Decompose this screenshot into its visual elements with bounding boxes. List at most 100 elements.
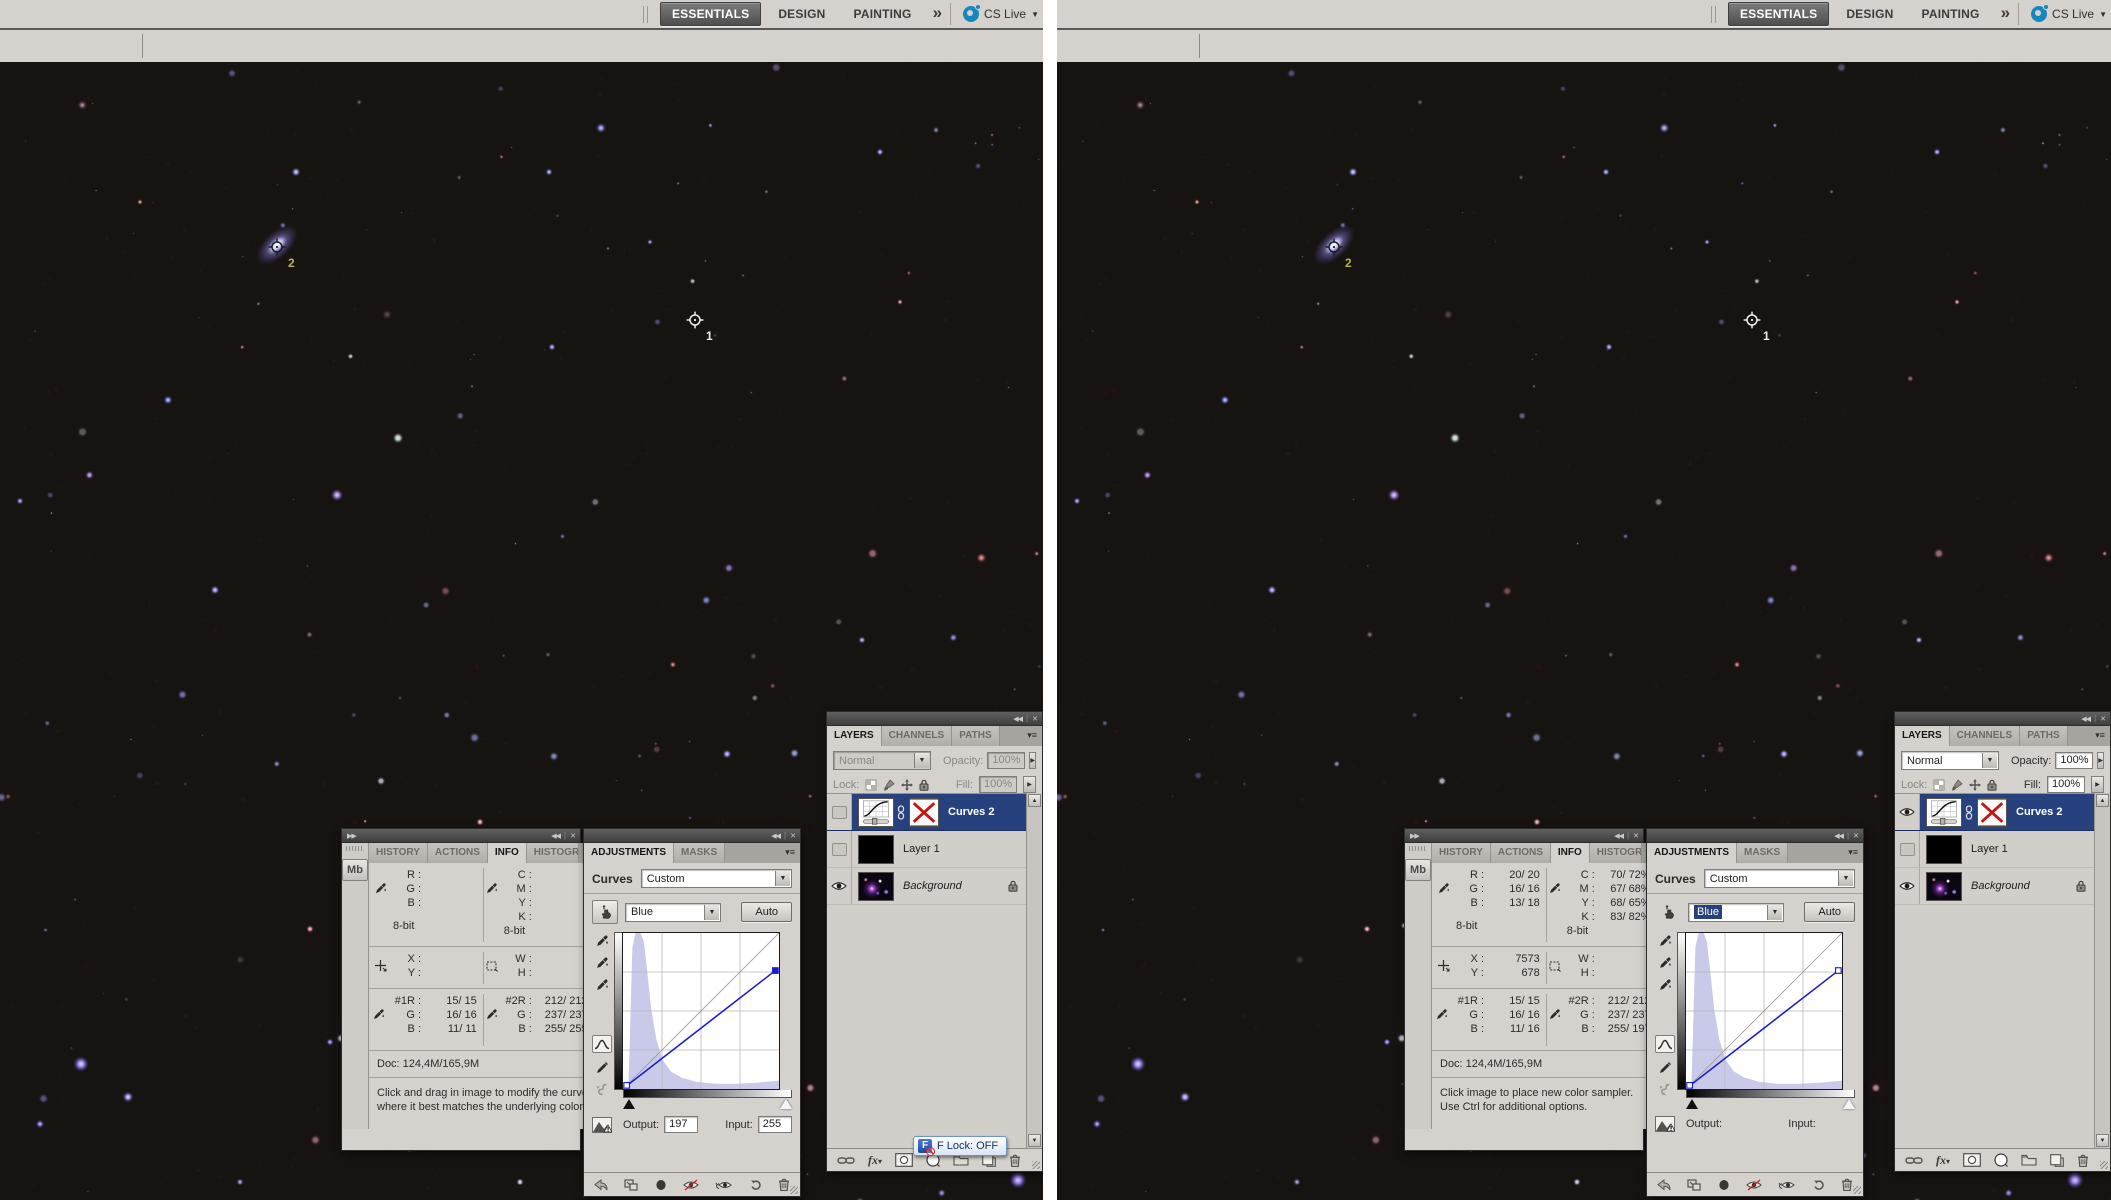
dropdown-arrow-icon[interactable]: ▼ [1838,871,1853,886]
tab-layers[interactable]: LAYERS [1895,726,1950,746]
workspace-design-button[interactable]: DESIGN [1835,3,1904,25]
opacity-field[interactable]: 100% [2055,752,2093,769]
color-sampler-1[interactable]: 1 [685,310,719,344]
layer-name[interactable]: Layer 1 [903,843,940,855]
channel-dropdown[interactable]: Blue ▼ [625,903,721,922]
blend-mode-dropdown[interactable]: Normal ▼ [833,751,931,770]
dropdown-arrow-icon[interactable]: ▼ [775,871,790,886]
tab-histogram[interactable]: HISTOGR [527,843,579,863]
curves-adjustment-thumbnail[interactable] [858,798,894,827]
reset-icon[interactable] [750,1179,762,1191]
new-adjustment-layer-icon[interactable] [1994,1153,2008,1167]
visibility-off-box[interactable] [832,843,847,856]
lock-transparency-icon[interactable] [865,779,877,791]
add-mask-icon[interactable] [1963,1153,1981,1167]
tab-info[interactable]: INFO [488,843,527,863]
white-input-slider[interactable] [780,1099,792,1109]
auto-button[interactable]: Auto [1804,902,1855,922]
lock-pixels-icon[interactable] [883,779,895,791]
curves-preset-dropdown[interactable]: Custom ▼ [641,869,792,888]
color-sampler-2[interactable]: 2 [1324,237,1358,271]
delete-layer-icon[interactable] [2077,1154,2089,1167]
targeted-adjustment-tool[interactable] [1655,900,1681,924]
visibility-cell[interactable] [827,794,852,830]
collapse-to-icons-icon[interactable]: ◀◀ [1614,832,1623,840]
lock-transparency-icon[interactable] [1933,779,1945,791]
layer-row-background[interactable]: Background [1895,868,2094,905]
disabled-mask-thumbnail[interactable] [1977,798,2007,827]
eye-icon[interactable] [1899,881,1915,891]
lock-position-icon[interactable] [1969,779,1981,791]
cs-live-button[interactable]: CS Live ▼ [963,6,1039,22]
workspace-essentials-button[interactable]: ESSENTIALS [660,2,761,26]
resize-grip[interactable] [1032,1161,1040,1169]
fill-slider-icon[interactable]: ▶ [1023,776,1036,793]
tab-channels[interactable]: CHANNELS [1950,726,2021,746]
workspace-painting-button[interactable]: PAINTING [843,3,923,25]
visibility-off-box[interactable] [832,806,847,819]
visibility-off-box[interactable] [1900,843,1915,856]
delete-layer-icon[interactable] [1009,1154,1021,1167]
background-thumbnail[interactable] [1926,872,1962,901]
tab-masks[interactable]: MASKS [1737,843,1788,863]
add-mask-icon[interactable] [895,1153,913,1167]
visibility-cell[interactable] [827,868,852,904]
visibility-cell[interactable] [1895,794,1920,830]
layer-thumbnail[interactable] [858,835,894,864]
dropdown-arrow-icon[interactable]: ▼ [914,753,929,768]
collapse-to-icons-icon[interactable]: ◀◀ [2081,715,2090,723]
scroll-up-icon[interactable]: ▲ [2096,794,2109,807]
view-previous-state-icon[interactable] [1778,1179,1796,1191]
background-thumbnail[interactable] [858,872,894,901]
resize-grip[interactable] [1853,1186,1861,1194]
close-icon[interactable]: ✕ [1633,832,1638,840]
eye-icon[interactable] [831,881,847,891]
panel-menu-icon[interactable]: ▾≡ [1844,843,1863,863]
close-icon[interactable]: ✕ [570,832,575,840]
pencil-tool-icon[interactable] [596,1062,608,1074]
mask-link-icon[interactable] [1964,805,1974,820]
panel-drag-bar[interactable]: ◀◀ | ✕ [827,712,1042,726]
black-input-slider[interactable] [623,1099,635,1109]
workspace-overflow-icon[interactable]: » [2001,3,2008,23]
layer-name[interactable]: Background [903,880,962,892]
panel-menu-icon[interactable]: ▾≡ [1023,726,1042,746]
opacity-field[interactable]: 100% [987,752,1025,769]
fill-field[interactable]: 100% [979,776,1017,793]
tab-histogram[interactable]: HISTOGR [1590,843,1642,863]
output-field[interactable]: 197 [664,1116,698,1133]
layer-row-background[interactable]: Background [827,868,1026,905]
collapse-to-icons-icon[interactable]: ◀◀ [771,832,780,840]
dropdown-arrow-icon[interactable]: ▼ [1767,905,1782,920]
white-input-slider[interactable] [1843,1099,1855,1109]
expand-dock-icon[interactable]: ▶▶ [1410,832,1419,840]
black-input-slider[interactable] [1686,1099,1698,1109]
layer-row-layer1[interactable]: Layer 1 [827,831,1026,868]
color-sampler-1[interactable]: 1 [1742,310,1776,344]
close-icon[interactable]: ✕ [1032,715,1037,723]
fill-slider-icon[interactable]: ▶ [2091,776,2104,793]
clipping-preview-icon[interactable] [592,1117,612,1133]
clipping-preview-icon[interactable] [1655,1116,1675,1132]
dropdown-arrow-icon[interactable]: ▼ [704,905,719,920]
curves-graph[interactable] [1685,932,1843,1090]
toggle-visibility-icon[interactable] [1746,1179,1762,1191]
tab-layers[interactable]: LAYERS [827,726,882,746]
layer-name[interactable]: Curves 2 [948,806,994,818]
view-previous-state-icon[interactable] [715,1179,733,1191]
black-point-eyedropper-icon[interactable] [1659,934,1672,947]
close-icon[interactable]: ✕ [2100,715,2105,723]
panel-menu-icon[interactable]: ▾≡ [781,843,800,863]
resize-grip[interactable] [790,1186,798,1194]
return-to-list-icon[interactable] [594,1179,608,1191]
dropdown-arrow-icon[interactable]: ▼ [1982,753,1997,768]
panel-drag-bar[interactable]: ◀◀ | ✕ [1647,829,1863,843]
panel-drag-bar[interactable]: ▶▶ ◀◀ | ✕ [342,829,580,843]
white-point-eyedropper-icon[interactable] [596,978,609,991]
visibility-cell[interactable] [1895,868,1920,904]
blend-mode-dropdown[interactable]: Normal ▼ [1901,751,1999,770]
layer-style-icon[interactable]: fx▾ [868,1153,882,1168]
tab-adjustments[interactable]: ADJUSTMENTS [1647,843,1737,863]
mask-link-icon[interactable] [896,805,906,820]
workspace-overflow-icon[interactable]: » [933,3,940,23]
